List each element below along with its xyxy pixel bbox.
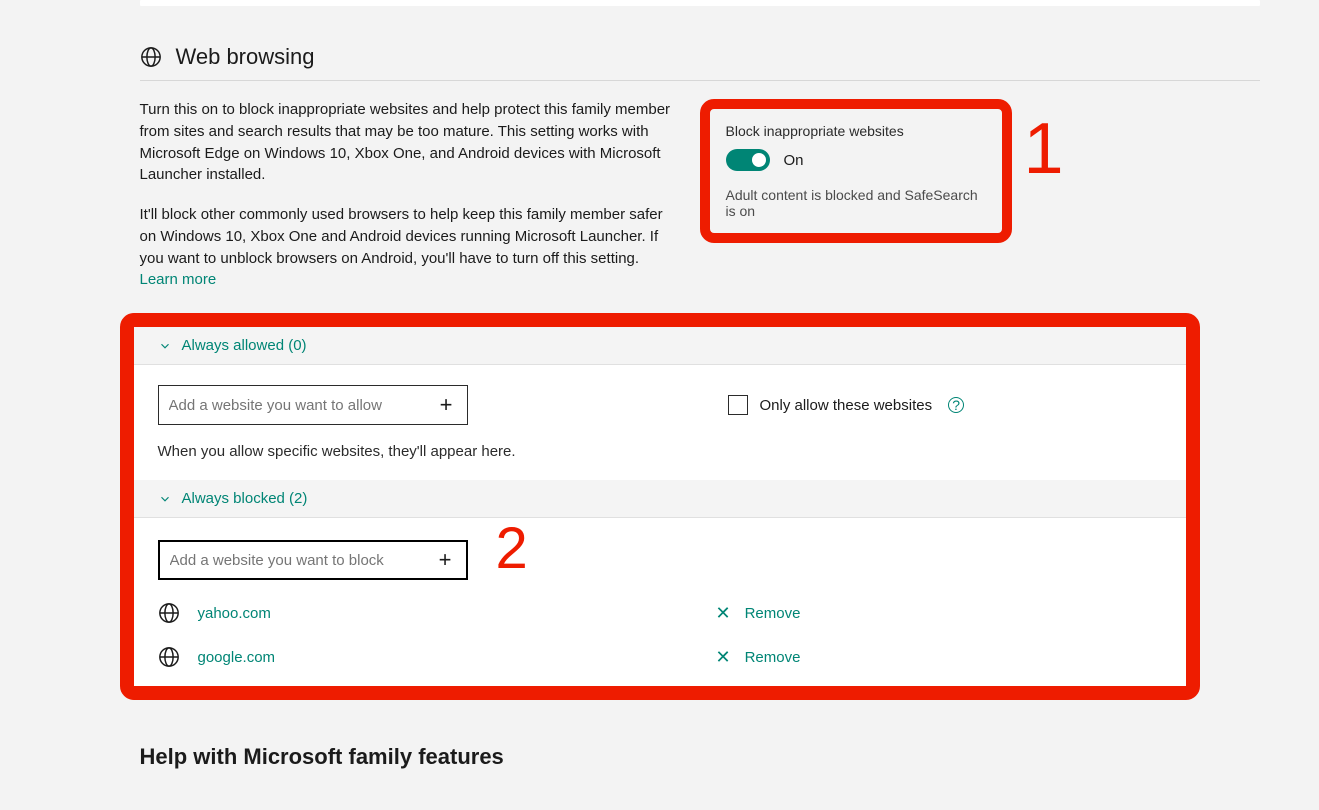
blocked-site-row: google.com ✕ Remove [158,646,1162,668]
add-allowed-input[interactable] [169,397,436,414]
globe-icon [158,646,180,668]
remove-label: Remove [745,649,801,666]
close-icon: ✕ [716,603,731,624]
allowed-add-row: + Only allow these websites ? [158,385,1162,425]
annotation-number-1: 1 [1023,113,1063,185]
annotation-box-2: Always allowed (0) + Only allow these we… [120,313,1200,700]
description-paragraph-2: It'll block other commonly used browsers… [140,204,680,291]
always-blocked-header[interactable]: Always blocked (2) [134,480,1186,518]
annotation-box-1: Block inappropriate websites On Adult co… [700,99,1012,243]
blocked-site-link[interactable]: yahoo.com [198,605,698,622]
annotation-number-2: 2 [496,520,528,578]
remove-button[interactable]: ✕ Remove [716,647,801,668]
blocked-site-link[interactable]: google.com [198,649,698,666]
remove-button[interactable]: ✕ Remove [716,603,801,624]
description-paragraph-2-text: It'll block other commonly used browsers… [140,206,663,267]
chevron-down-icon [158,492,172,506]
remove-label: Remove [745,605,801,622]
add-blocked-input-box[interactable]: + [158,540,468,580]
learn-more-link[interactable]: Learn more [140,271,217,288]
block-toggle-title: Block inappropriate websites [726,123,984,139]
help-heading: Help with Microsoft family features [140,744,1260,770]
allowed-hint: When you allow specific websites, they'l… [158,443,1162,460]
block-toggle[interactable] [726,149,770,171]
globe-icon [140,46,162,68]
section-title: Web browsing [176,44,315,70]
only-allow-checkbox[interactable] [728,395,748,415]
page-root: Web browsing Turn this on to block inapp… [40,0,1280,810]
allowed-body: + Only allow these websites ? When you a… [134,365,1186,480]
only-allow-row: Only allow these websites ? [728,395,965,415]
block-toggle-state: On [784,152,804,169]
description-block: Turn this on to block inappropriate webs… [140,99,680,309]
top-row: Turn this on to block inappropriate webs… [140,99,1260,309]
help-icon[interactable]: ? [948,397,964,413]
block-toggle-subtext: Adult content is blocked and SafeSearch … [726,187,984,219]
chevron-down-icon [158,339,172,353]
only-allow-label: Only allow these websites [760,397,933,414]
blocked-site-row: yahoo.com ✕ Remove [158,602,1162,624]
always-allowed-header[interactable]: Always allowed (0) [134,327,1186,365]
section-header: Web browsing [140,44,1260,70]
plus-icon[interactable]: + [436,392,457,418]
divider [140,80,1260,81]
description-paragraph-1: Turn this on to block inappropriate webs… [140,99,680,186]
always-allowed-label: Always allowed (0) [182,337,307,354]
close-icon: ✕ [716,647,731,668]
blocked-body: + 2 yahoo.com ✕ Remove google.com ✕ Remo… [134,518,1186,686]
plus-icon[interactable]: + [435,547,456,573]
block-toggle-row: On [726,149,984,171]
always-blocked-label: Always blocked (2) [182,490,308,507]
add-blocked-input[interactable] [170,552,435,569]
globe-icon [158,602,180,624]
add-allowed-input-box[interactable]: + [158,385,468,425]
top-white-bar [140,0,1260,6]
